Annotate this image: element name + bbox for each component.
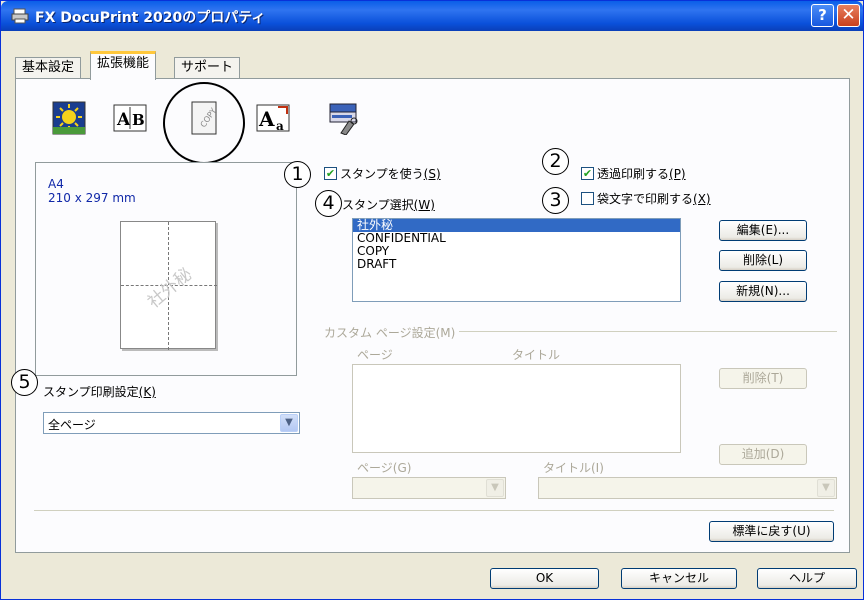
callout-5: 5: [11, 369, 38, 396]
watermark-button[interactable]: [46, 95, 92, 141]
footer-divider: [34, 510, 834, 511]
paper-dimensions-label: 210 x 297 mm: [48, 191, 136, 205]
new-stamp-button[interactable]: 新規(N)...: [719, 281, 807, 302]
print-setting-combo[interactable]: 全ページ ▼: [43, 412, 300, 434]
list-item[interactable]: COPY: [353, 245, 680, 258]
outline-checkbox[interactable]: [581, 192, 594, 205]
print-setting-value: 全ページ: [48, 418, 96, 432]
callout-1: 1: [284, 161, 311, 188]
transparent-key: (P): [669, 167, 686, 181]
custom-title-field-label: タイトル(I): [543, 461, 604, 475]
help-button[interactable]: ?: [811, 4, 834, 27]
outline-label[interactable]: 袋文字で印刷する(X): [597, 190, 711, 207]
custom-title-combo[interactable]: ▼: [538, 477, 837, 499]
use-stamp-checkbox[interactable]: ✔: [324, 167, 337, 180]
print-setting-text: スタンプ印刷設定: [43, 385, 139, 399]
custom-page-field-label: ページ(G): [357, 461, 412, 475]
paper-size-label: A4: [48, 177, 64, 191]
print-setting-label: スタンプ印刷設定(K): [43, 383, 156, 400]
list-item[interactable]: DRAFT: [353, 258, 680, 271]
stamp-select-label: スタンプ選択(W): [342, 196, 435, 213]
callout-2: 2: [542, 148, 569, 175]
chevron-down-icon: ▼: [486, 479, 504, 497]
font-button[interactable]: A a: [250, 95, 296, 141]
print-setting-key: (K): [138, 385, 156, 399]
help-footer-button[interactable]: ヘルプ: [757, 568, 857, 589]
custom-page-group-label: カスタム ページ設定(M): [324, 324, 460, 341]
tab-support[interactable]: サポート: [174, 57, 241, 79]
font-substitution-icon: A a: [256, 104, 290, 133]
a-b-layout-icon: A B: [113, 104, 147, 132]
chevron-down-icon: ▼: [817, 479, 835, 497]
outline-text: 袋文字で印刷する: [597, 192, 694, 206]
use-stamp-label[interactable]: スタンプを使う(S): [340, 165, 441, 182]
custom-page-col-page: ページ: [357, 348, 393, 362]
custom-add-button[interactable]: 追加(D): [719, 444, 807, 465]
callout-4: 4: [315, 190, 342, 217]
use-stamp-key: (S): [423, 167, 441, 181]
title-bar[interactable]: FX DocuPrint 2020のプロパティ ? ✕: [1, 1, 863, 31]
printer-icon: [11, 8, 29, 24]
svg-text:A: A: [258, 107, 275, 131]
window-title: FX DocuPrint 2020のプロパティ: [35, 10, 266, 26]
device-button[interactable]: [321, 95, 367, 141]
list-item[interactable]: CONFIDENTIAL: [353, 232, 680, 245]
layout-button[interactable]: A B: [107, 95, 153, 141]
transparent-checkbox[interactable]: ✔: [581, 167, 594, 180]
cancel-button[interactable]: キャンセル: [621, 568, 737, 589]
stamp-select-key: (W): [413, 198, 435, 212]
transparent-text: 透過印刷する: [597, 167, 670, 181]
transparent-label[interactable]: 透過印刷する(P): [597, 165, 686, 182]
svg-text:a: a: [276, 119, 284, 133]
delete-stamp-button[interactable]: 削除(L): [719, 250, 807, 271]
printer-settings-icon: [329, 103, 358, 135]
custom-page-combo[interactable]: ▼: [352, 477, 506, 499]
watermark-sun-icon: [52, 101, 86, 135]
ok-button[interactable]: OK: [490, 568, 599, 589]
custom-page-list[interactable]: [352, 364, 681, 453]
highlight-circle: [163, 82, 245, 164]
stamp-list[interactable]: 社外秘 CONFIDENTIAL COPY DRAFT: [352, 218, 681, 302]
callout-3: 3: [542, 187, 569, 214]
close-button[interactable]: ✕: [837, 4, 860, 27]
properties-dialog: FX DocuPrint 2020のプロパティ ? ✕ 基本設定 拡張機能 サポ…: [0, 0, 864, 600]
use-stamp-text: スタンプを使う: [340, 167, 424, 181]
custom-delete-button[interactable]: 削除(T): [719, 368, 807, 389]
custom-page-col-title: タイトル: [512, 348, 561, 362]
reset-defaults-button[interactable]: 標準に戻す(U): [709, 521, 834, 542]
tab-basic[interactable]: 基本設定: [15, 57, 82, 79]
tab-extended[interactable]: 拡張機能: [90, 51, 157, 80]
preview-page: 社外秘: [120, 221, 217, 350]
edit-button[interactable]: 編集(E)...: [719, 220, 807, 241]
page-preview: A4 210 x 297 mm 社外秘: [35, 162, 297, 376]
svg-text:A: A: [116, 110, 131, 130]
chevron-down-icon[interactable]: ▼: [280, 414, 298, 432]
svg-text:B: B: [132, 111, 145, 129]
stamp-select-text: スタンプ選択: [342, 198, 414, 212]
outline-key: (X): [693, 192, 711, 206]
